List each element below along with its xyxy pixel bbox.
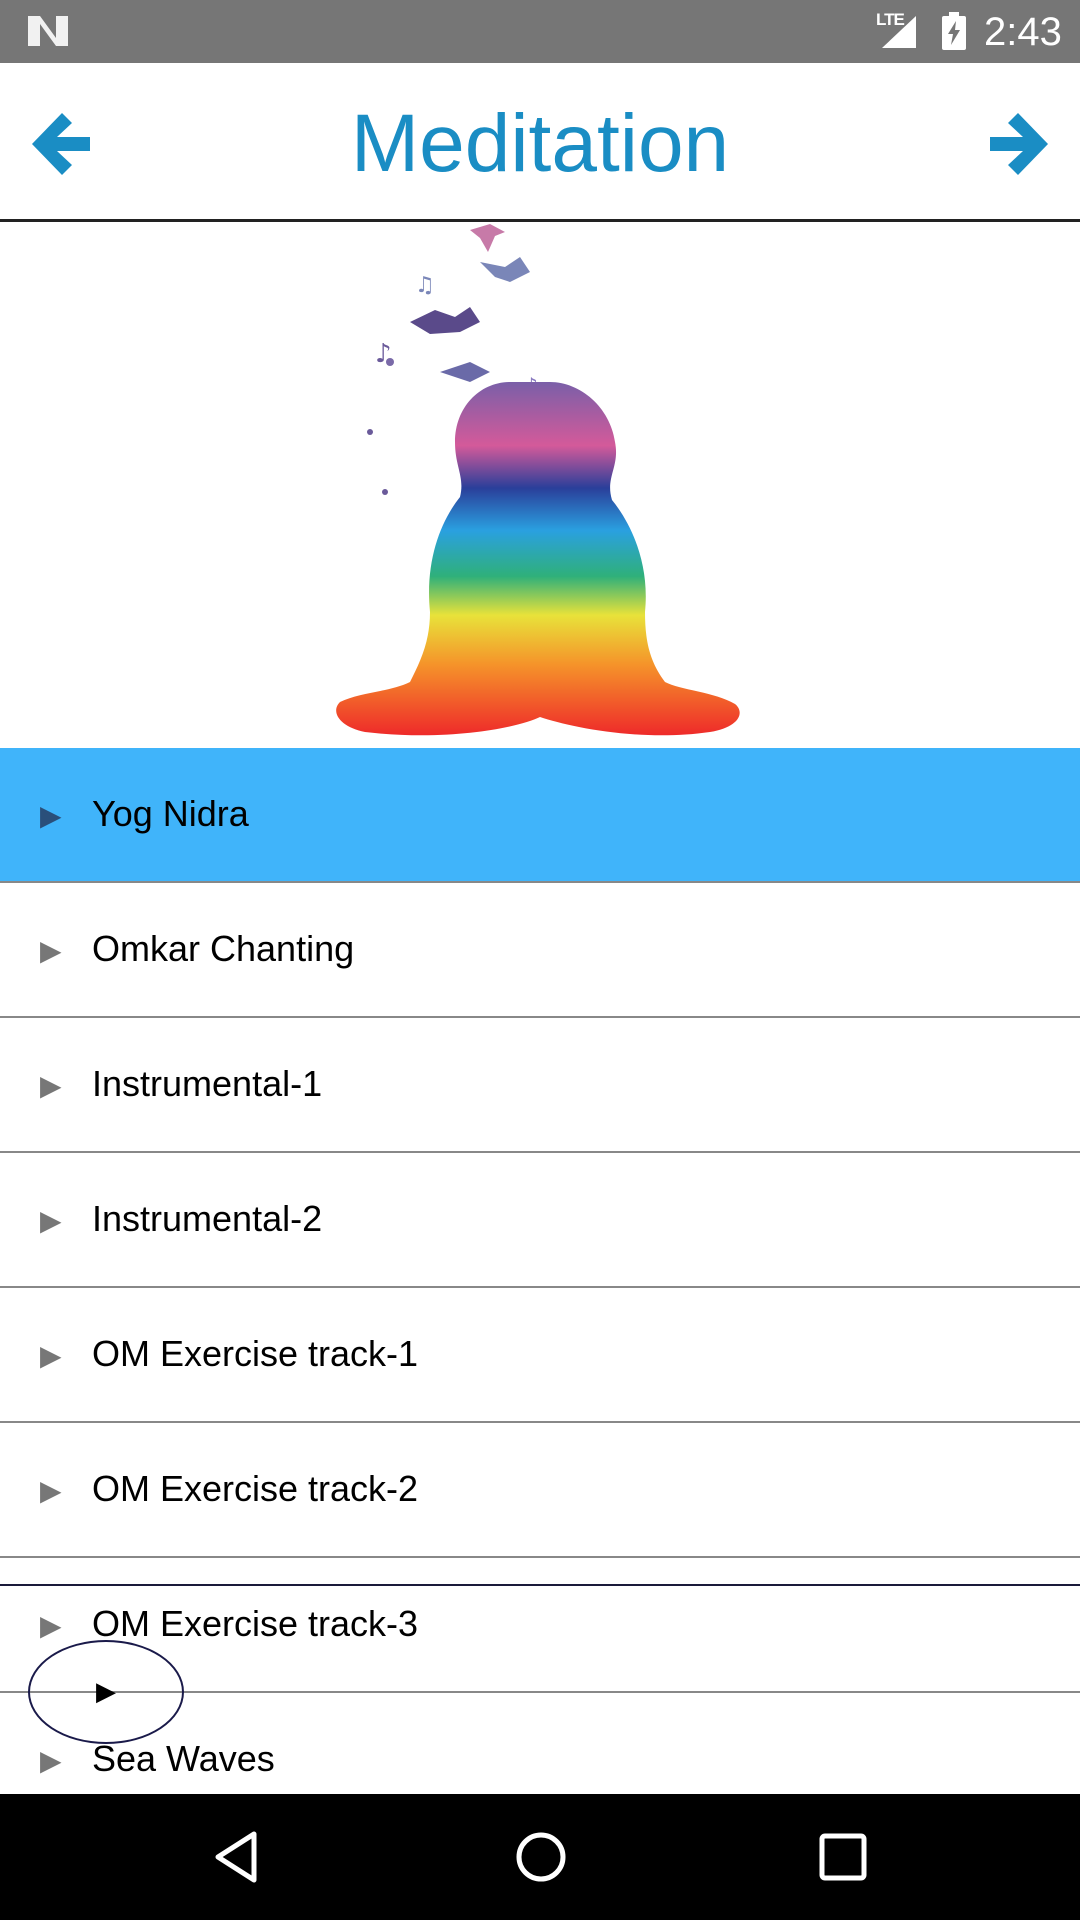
play-icon: ▶ xyxy=(40,1340,62,1371)
page-title: Meditation xyxy=(350,98,730,189)
arrow-right-icon[interactable] xyxy=(984,107,1054,181)
play-icon: ▶ xyxy=(40,1475,62,1506)
status-clock: 2:43 xyxy=(984,10,1062,54)
play-icon: ▶ xyxy=(40,1610,62,1641)
track-label: Yog Nidra xyxy=(92,793,249,834)
app-bar: Meditation xyxy=(0,63,1080,222)
track-item-omkar-chanting[interactable]: ▶ Omkar Chanting xyxy=(0,883,1080,1018)
play-icon: ▶ xyxy=(96,1676,116,1706)
nav-back-icon[interactable] xyxy=(208,1828,266,1886)
track-label: OM Exercise track-2 xyxy=(92,1468,419,1509)
signal-icon xyxy=(882,16,916,48)
nav-recents-icon[interactable] xyxy=(814,1828,872,1886)
system-navigation-bar xyxy=(0,1794,1080,1920)
play-icon: ▶ xyxy=(40,800,62,831)
track-label: Sea Waves xyxy=(92,1738,275,1779)
svg-text:♫: ♫ xyxy=(415,273,435,298)
track-item-yog-nidra[interactable]: ▶ Yog Nidra xyxy=(0,748,1080,883)
track-item-instrumental-2[interactable]: ▶ Instrumental-2 xyxy=(0,1153,1080,1288)
arrow-left-icon[interactable] xyxy=(26,107,96,181)
track-label: OM Exercise track-3 xyxy=(92,1603,419,1644)
play-icon: ▶ xyxy=(40,935,62,966)
track-label: Instrumental-1 xyxy=(92,1063,323,1104)
meditation-illustration: ♫ ♪ ♪ xyxy=(0,222,1080,748)
track-item-om-exercise-1[interactable]: ▶ OM Exercise track-1 xyxy=(0,1288,1080,1423)
list-divider xyxy=(0,1584,1080,1586)
svg-text:♪: ♪ xyxy=(375,339,392,369)
track-item-instrumental-1[interactable]: ▶ Instrumental-1 xyxy=(0,1018,1080,1153)
play-icon: ▶ xyxy=(40,1745,62,1776)
nav-home-icon[interactable] xyxy=(512,1828,570,1886)
play-icon: ▶ xyxy=(40,1205,62,1236)
track-label: Instrumental-2 xyxy=(92,1198,323,1239)
notification-n-icon xyxy=(28,16,68,46)
track-label: Omkar Chanting xyxy=(92,928,355,969)
floating-play-button[interactable]: ▶ xyxy=(28,1640,184,1744)
track-item-om-exercise-2[interactable]: ▶ OM Exercise track-2 xyxy=(0,1423,1080,1558)
battery-charging-icon xyxy=(942,12,966,50)
play-icon: ▶ xyxy=(40,1070,62,1101)
status-bar: LTE 2:43 xyxy=(0,0,1080,63)
meditating-figure-image: ♫ ♪ ♪ xyxy=(336,224,740,736)
track-label: OM Exercise track-1 xyxy=(92,1333,419,1374)
track-list: ▶ Yog Nidra ▶ Omkar Chanting ▶ Instrumen… xyxy=(0,748,1080,1794)
